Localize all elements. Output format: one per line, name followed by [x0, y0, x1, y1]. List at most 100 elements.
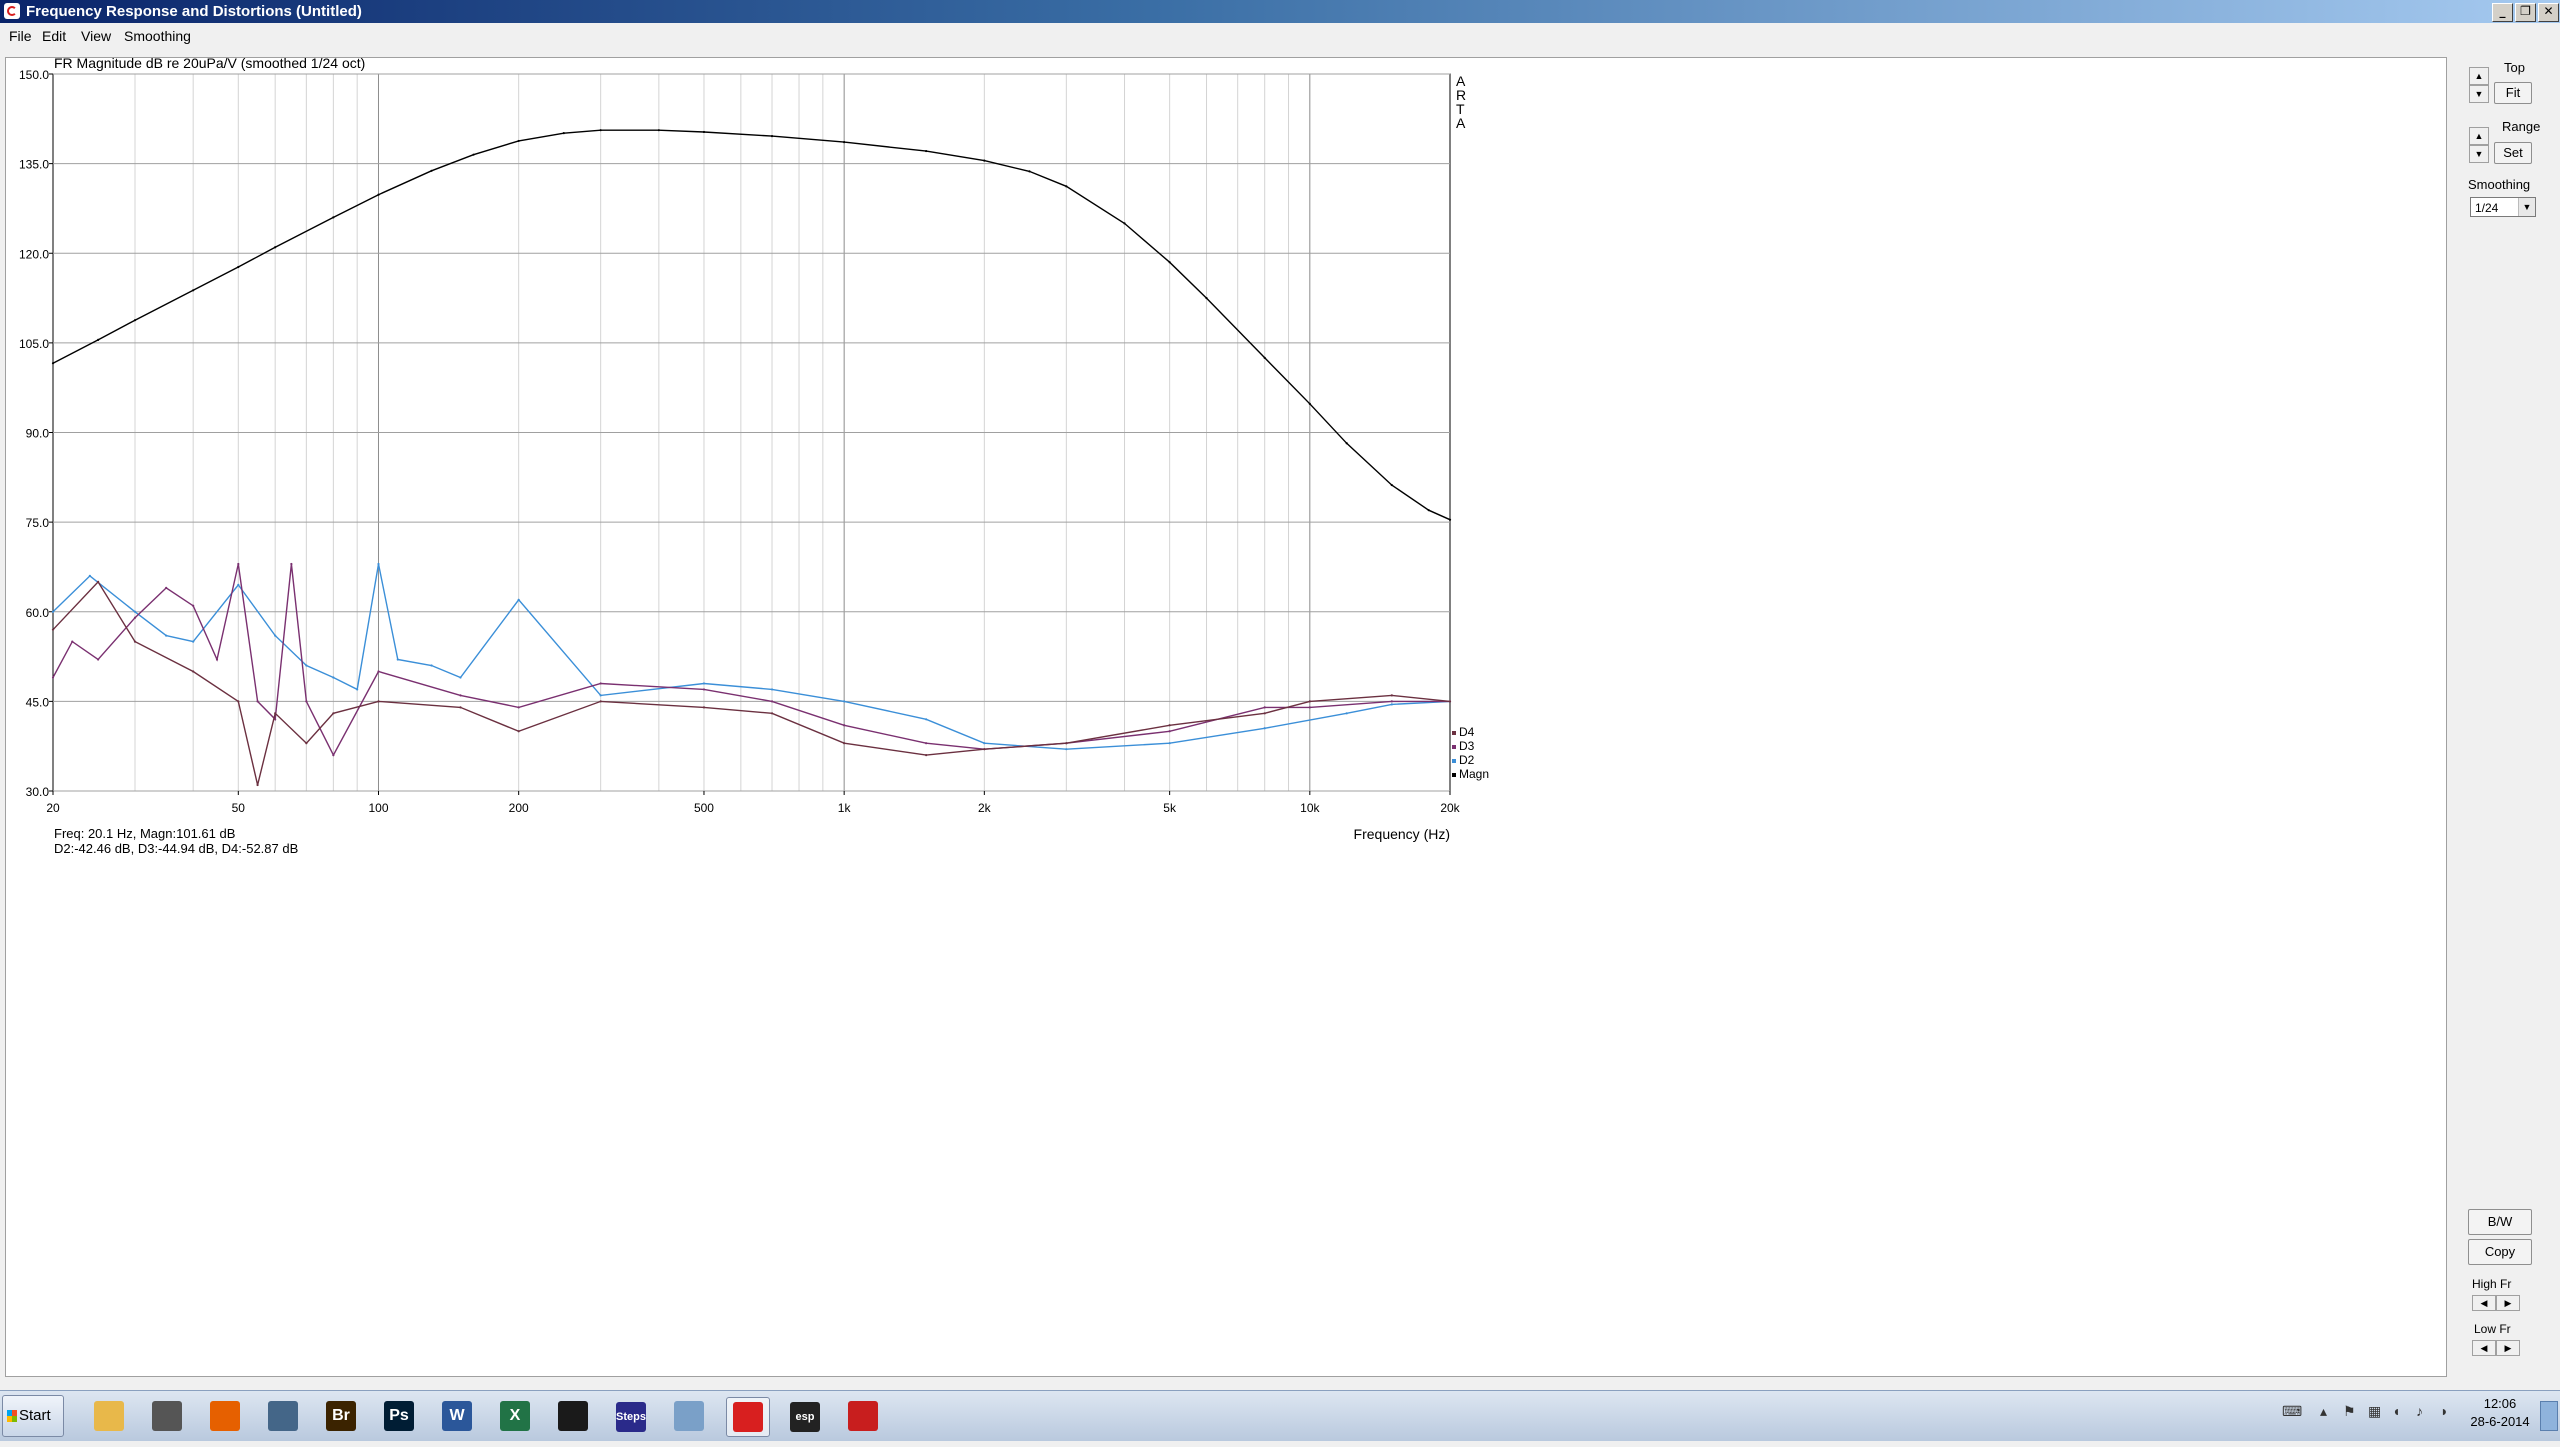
minimize-button[interactable]: _ — [2492, 3, 2513, 22]
data-point-d4 — [332, 712, 335, 715]
copy-button[interactable]: Copy — [2468, 1239, 2532, 1265]
data-point-magn — [770, 135, 774, 138]
word-icon[interactable]: W — [436, 1397, 478, 1435]
firefox-icon-glyph — [210, 1401, 240, 1431]
low-fr-left-spin[interactable]: ◀ — [2472, 1340, 2496, 1356]
smoothing-label: Smoothing — [2468, 177, 2531, 192]
data-point-d3 — [332, 754, 335, 757]
data-point-d2 — [459, 676, 462, 679]
menu-bar: File Edit View Smoothing — [0, 23, 2560, 51]
folder-icon[interactable] — [88, 1397, 130, 1435]
data-point-magn — [1427, 509, 1430, 512]
start-button[interactable]: Start — [2, 1395, 64, 1437]
range-down-spin[interactable]: ▼ — [2469, 145, 2489, 163]
plot-panel[interactable]: 150.0 135.0 120.0 105.0 90.0 75.0 60.0 45.0 30.0… — [5, 57, 2447, 1377]
media-icon[interactable] — [146, 1397, 188, 1435]
data-point-magn — [1168, 261, 1171, 264]
data-point-magn — [377, 193, 380, 196]
data-point-magn — [1390, 483, 1393, 487]
data-point-d4 — [51, 628, 55, 631]
data-point-magn — [983, 159, 986, 162]
calculator-icon[interactable] — [668, 1397, 710, 1435]
low-fr-right-spin[interactable]: ▶ — [2496, 1340, 2520, 1356]
esp-icon[interactable]: esp — [784, 1397, 826, 1435]
data-point-d2 — [88, 574, 91, 578]
bridge-icon[interactable]: Br — [320, 1397, 362, 1435]
data-point-d4 — [1308, 700, 1311, 703]
bw-button[interactable]: B/W — [2468, 1209, 2532, 1235]
ltspice-icon[interactable] — [842, 1397, 884, 1435]
scope-icon[interactable] — [552, 1397, 594, 1435]
data-point-magn — [925, 149, 928, 153]
data-point-d3 — [97, 658, 100, 661]
tray-power-icon[interactable]: ◗ — [2440, 1403, 2448, 1419]
data-point-d3 — [1390, 700, 1393, 703]
data-point-d4 — [192, 670, 195, 673]
photoshop-icon[interactable]: Ps — [378, 1397, 420, 1435]
tray-expand-icon[interactable]: ▴ — [2320, 1403, 2327, 1420]
data-point-d4 — [377, 700, 380, 703]
y-tick-label: 150.0 — [19, 68, 49, 82]
data-point-d3 — [165, 586, 168, 589]
data-point-magn — [51, 362, 55, 365]
data-point-d2 — [332, 676, 335, 679]
y-tick-label: 105.0 — [19, 337, 49, 351]
x-tick-label: 500 — [694, 801, 714, 815]
data-point-d4 — [599, 700, 602, 703]
high-fr-left-spin[interactable]: ◀ — [2472, 1295, 2496, 1311]
tray-volume-icon[interactable]: ♪ — [2416, 1403, 2423, 1419]
top-up-spin[interactable]: ▲ — [2469, 67, 2489, 85]
high-fr-right-spin[interactable]: ▶ — [2496, 1295, 2520, 1311]
data-point-d2 — [1065, 748, 1068, 751]
y-tick-label: 90.0 — [26, 427, 50, 441]
steps-icon[interactable]: Steps — [610, 1397, 652, 1435]
legend-swatch-d4 — [1452, 731, 1456, 735]
menu-view[interactable]: View — [81, 28, 111, 44]
menu-smoothing[interactable]: Smoothing — [124, 28, 191, 44]
esp-icon-glyph: esp — [790, 1402, 820, 1432]
close-button[interactable]: ✕ — [2538, 3, 2559, 22]
low-fr-label: Low Fr — [2474, 1322, 2511, 1336]
data-point-magn — [843, 141, 846, 144]
data-point-magn — [702, 130, 706, 134]
x-tick-label: 10k — [1300, 801, 1320, 815]
arta-icon[interactable] — [726, 1397, 770, 1437]
smoothing-value: 1/24 — [2475, 201, 2499, 215]
fit-button[interactable]: Fit — [2494, 82, 2532, 104]
data-point-d4 — [702, 706, 706, 709]
clock-date: 28-6-2014 — [2470, 1414, 2530, 1429]
data-point-d3 — [843, 724, 846, 727]
data-point-magn — [1065, 185, 1068, 188]
clock[interactable]: 12:06 28-6-2014 — [2462, 1395, 2538, 1431]
data-point-d2 — [305, 664, 308, 667]
data-point-d2 — [356, 688, 359, 691]
data-point-d2 — [396, 658, 399, 661]
data-point-d3 — [459, 694, 462, 697]
word-icon-glyph: W — [442, 1401, 472, 1431]
excel-icon[interactable]: X — [494, 1397, 536, 1435]
data-point-d3 — [133, 616, 137, 619]
tray-network-icon[interactable]: ▦ — [2368, 1403, 2381, 1420]
data-point-d3 — [1263, 706, 1266, 709]
tray-flag-icon[interactable]: ⚑ — [2343, 1403, 2356, 1420]
menu-file[interactable]: File — [9, 28, 32, 44]
tray-speaker-icon[interactable]: ◖ — [2392, 1403, 2400, 1419]
menu-edit[interactable]: Edit — [42, 28, 66, 44]
smoothing-select[interactable]: 1/24 ▼ — [2470, 197, 2536, 217]
scan-icon[interactable] — [262, 1397, 304, 1435]
show-desktop-button[interactable] — [2540, 1401, 2558, 1431]
set-button[interactable]: Set — [2494, 142, 2532, 164]
data-point-magn — [562, 132, 565, 135]
top-down-spin[interactable]: ▼ — [2469, 85, 2489, 103]
legend-swatch-magn — [1452, 773, 1456, 777]
data-point-d3 — [215, 658, 219, 661]
firefox-icon[interactable] — [204, 1397, 246, 1435]
range-up-spin[interactable]: ▲ — [2469, 127, 2489, 145]
data-point-d4 — [133, 640, 137, 643]
data-point-d4 — [770, 712, 774, 715]
tray-keyboard-icon[interactable]: ⌨ — [2282, 1403, 2302, 1420]
data-point-d2 — [702, 682, 706, 685]
restore-button[interactable]: ❐ — [2515, 3, 2536, 22]
data-point-d3 — [1308, 706, 1311, 709]
x-tick-label: 20k — [1440, 801, 1460, 815]
